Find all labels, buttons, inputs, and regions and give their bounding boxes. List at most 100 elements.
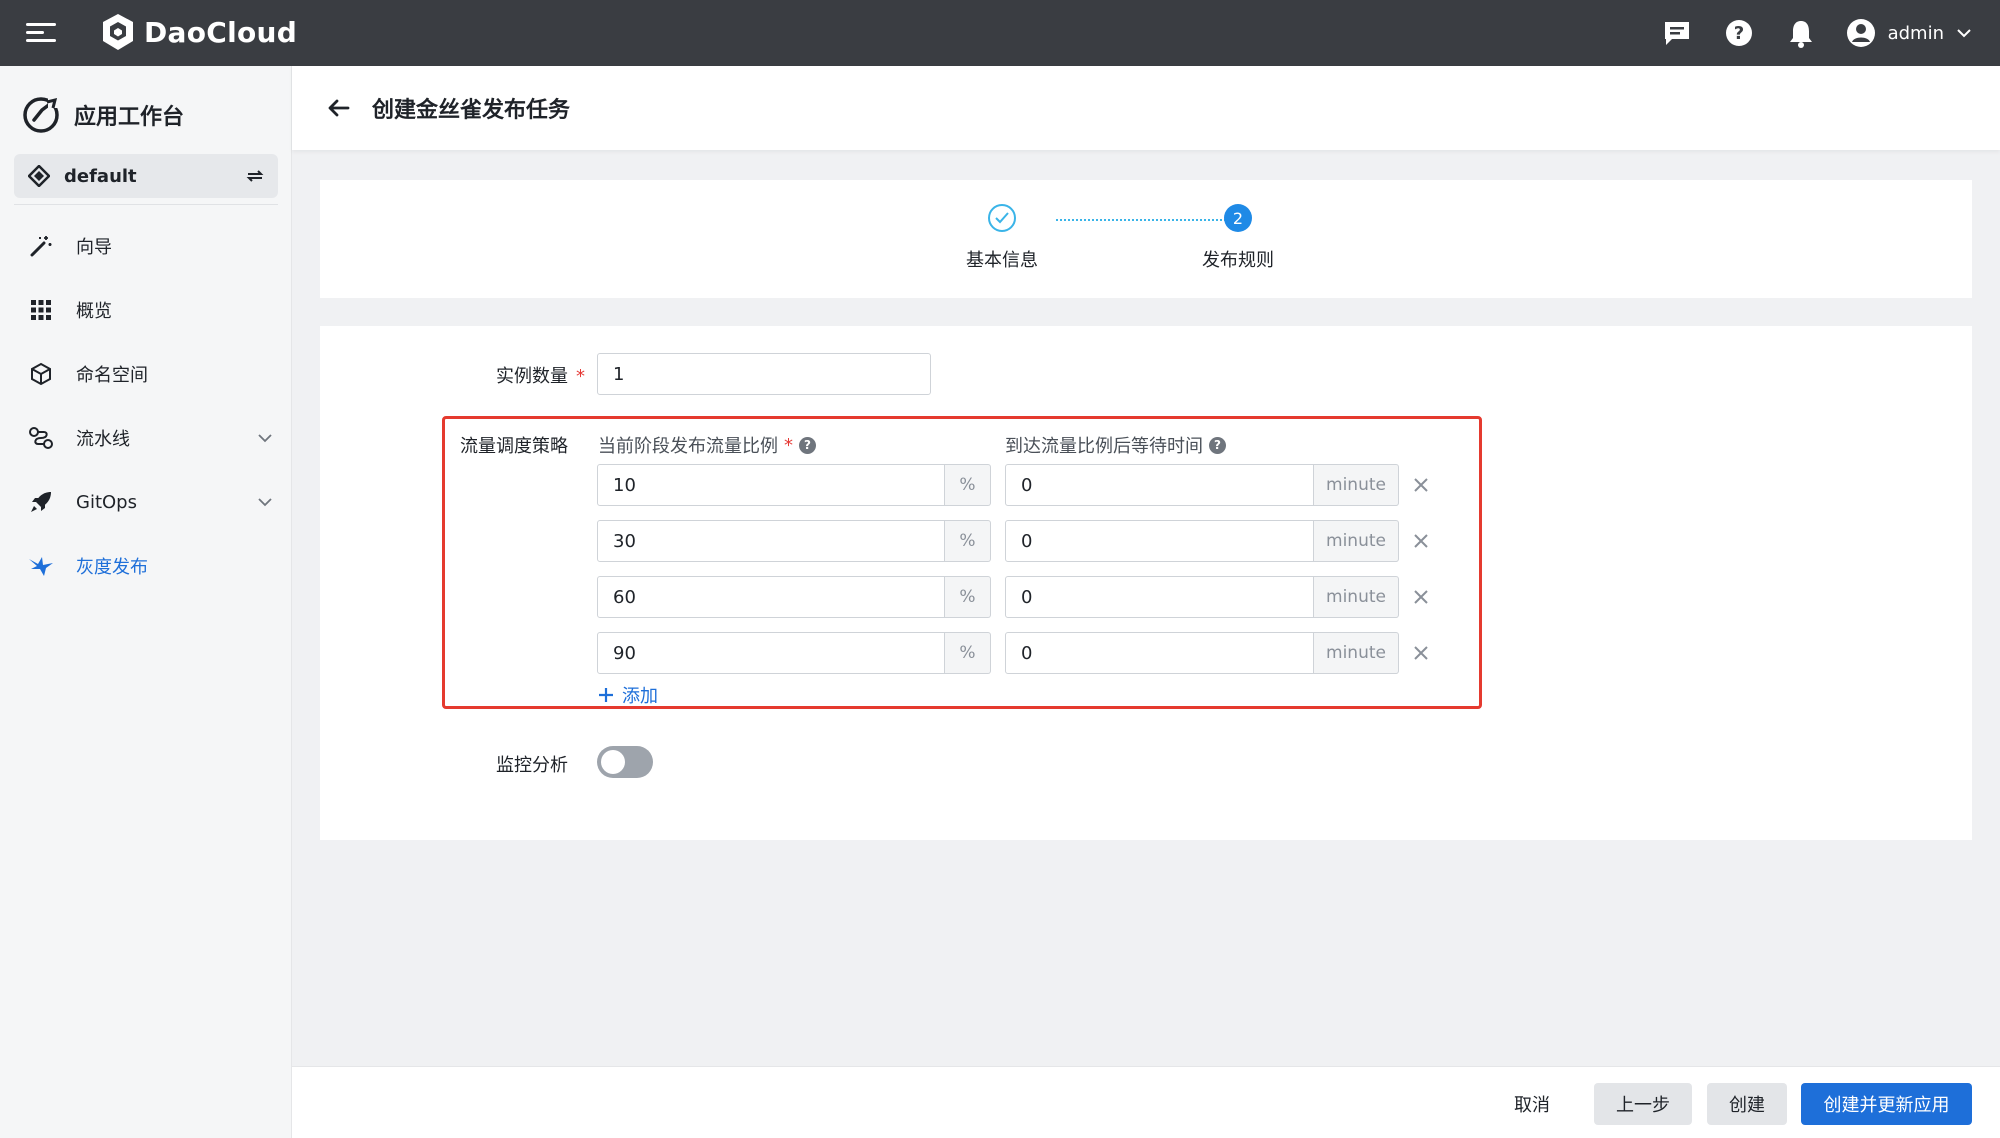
cube-icon [28, 361, 54, 387]
daocloud-logo[interactable]: DaoCloud [100, 12, 297, 52]
instance-count-input[interactable] [597, 353, 931, 395]
sidebar-item-label: 灰度发布 [76, 557, 148, 578]
sidebar: 应用工作台 default 向导 概览 命名空间 流水线 GitOps 灰度发布 [0, 66, 292, 1138]
sidebar-item-canary[interactable]: 灰度发布 [14, 534, 278, 598]
footer-bar: 取消 上一步 创建 创建并更新应用 [292, 1066, 2000, 1138]
create-and-update-button[interactable]: 创建并更新应用 [1801, 1083, 1972, 1125]
ratio-input[interactable] [597, 464, 945, 506]
bird-icon [28, 553, 54, 579]
hamburger-menu-icon[interactable] [26, 18, 56, 48]
daocloud-logo-icon [103, 14, 133, 50]
sidebar-item-label: 命名空间 [76, 365, 148, 386]
minute-addon: minute [1314, 632, 1399, 674]
monitor-analysis-label: 监控分析 [496, 755, 568, 776]
wait-field[interactable] [1021, 530, 1313, 552]
minute-addon: minute [1314, 520, 1399, 562]
close-icon[interactable] [1410, 530, 1432, 552]
step-basic-info: 基本信息 [966, 204, 1038, 272]
cancel-button[interactable]: 取消 [1492, 1083, 1572, 1125]
namespace-selector[interactable]: default [14, 154, 278, 198]
sidebar-nav: 向导 概览 命名空间 流水线 GitOps 灰度发布 [14, 214, 278, 598]
ratio-input[interactable] [597, 520, 945, 562]
namespace-label: default [64, 165, 137, 187]
check-icon [988, 204, 1016, 232]
instance-count-field[interactable] [613, 363, 930, 385]
sidebar-item-label: GitOps [76, 491, 137, 513]
sidebar-item-pipeline[interactable]: 流水线 [14, 406, 278, 470]
sidebar-item-namespace[interactable]: 命名空间 [14, 342, 278, 406]
sidebar-item-label: 概览 [76, 301, 112, 322]
minute-addon: minute [1314, 576, 1399, 618]
sidebar-item-overview[interactable]: 概览 [14, 278, 278, 342]
percent-addon: % [945, 576, 991, 618]
ratio-field[interactable] [613, 642, 944, 664]
user-menu[interactable]: admin [1846, 18, 1972, 48]
help-icon[interactable]: ? [1722, 16, 1756, 50]
monitor-analysis-toggle[interactable] [597, 746, 653, 778]
rocket-icon [28, 489, 54, 515]
required-marker: * [784, 434, 793, 456]
back-arrow-icon[interactable] [324, 93, 354, 123]
wait-field[interactable] [1021, 474, 1313, 496]
step-release-rules: 2 发布规则 [1202, 204, 1274, 272]
ratio-field[interactable] [613, 474, 944, 496]
percent-addon: % [945, 464, 991, 506]
help-icon[interactable]: ? [799, 436, 816, 454]
ratio-header: 当前阶段发布流量比例 *? [598, 432, 816, 458]
bell-icon[interactable] [1784, 16, 1818, 50]
sidebar-item-label: 流水线 [76, 429, 130, 450]
required-marker: * [576, 366, 585, 387]
wait-input[interactable] [1005, 464, 1314, 506]
sidebar-item-gitops[interactable]: GitOps [14, 470, 278, 534]
step-label: 基本信息 [966, 250, 1038, 271]
page-header: 创建金丝雀发布任务 [292, 66, 2000, 150]
traffic-strategy-label: 流量调度策略 [460, 436, 568, 457]
wait-field[interactable] [1021, 642, 1313, 664]
sidebar-item-guide[interactable]: 向导 [14, 214, 278, 278]
chevron-down-icon [258, 433, 272, 442]
percent-addon: % [945, 632, 991, 674]
steps-card: 基本信息 2 发布规则 [320, 180, 1972, 298]
pipeline-icon [28, 425, 54, 451]
instance-count-label-text: 实例数量 [496, 366, 568, 387]
workspace-title: 应用工作台 [22, 96, 184, 134]
step-number: 2 [1224, 204, 1252, 232]
wait-input[interactable] [1005, 520, 1314, 562]
wait-field[interactable] [1021, 586, 1313, 608]
grid-icon [28, 297, 54, 323]
workbench-icon [23, 97, 59, 133]
svg-text:?: ? [1733, 23, 1743, 44]
avatar-icon [1846, 19, 1875, 47]
help-icon[interactable]: ? [1209, 436, 1226, 454]
wand-icon [28, 233, 54, 259]
page-title: 创建金丝雀发布任务 [372, 98, 571, 123]
close-icon[interactable] [1410, 642, 1432, 664]
wait-header: 到达流量比例后等待时间? [1005, 432, 1226, 458]
ratio-input[interactable] [597, 576, 945, 618]
sidebar-divider [14, 204, 278, 205]
plus-icon [599, 688, 613, 702]
step-label: 发布规则 [1202, 250, 1274, 271]
user-name: admin [1887, 22, 1944, 44]
chevron-down-icon [1957, 29, 1971, 38]
ratio-field[interactable] [613, 586, 944, 608]
namespace-icon [28, 165, 50, 187]
wait-header-text: 到达流量比例后等待时间 [1005, 436, 1203, 457]
instance-count-label: 实例数量 * [496, 362, 585, 388]
percent-addon: % [945, 520, 991, 562]
add-row-button[interactable]: 添加 [598, 682, 658, 708]
previous-step-button[interactable]: 上一步 [1594, 1083, 1692, 1125]
top-bar: DaoCloud ? admin [0, 0, 2000, 66]
wait-input[interactable] [1005, 632, 1314, 674]
ratio-field[interactable] [613, 530, 944, 552]
create-button[interactable]: 创建 [1707, 1083, 1787, 1125]
ratio-input[interactable] [597, 632, 945, 674]
switch-icon[interactable] [246, 168, 264, 184]
ratio-header-text: 当前阶段发布流量比例 [598, 436, 778, 457]
wait-input[interactable] [1005, 576, 1314, 618]
brand-name: DaoCloud [144, 15, 298, 49]
workspace-title-text: 应用工作台 [74, 105, 185, 130]
message-icon[interactable] [1660, 16, 1694, 50]
close-icon[interactable] [1410, 586, 1432, 608]
close-icon[interactable] [1410, 474, 1432, 496]
